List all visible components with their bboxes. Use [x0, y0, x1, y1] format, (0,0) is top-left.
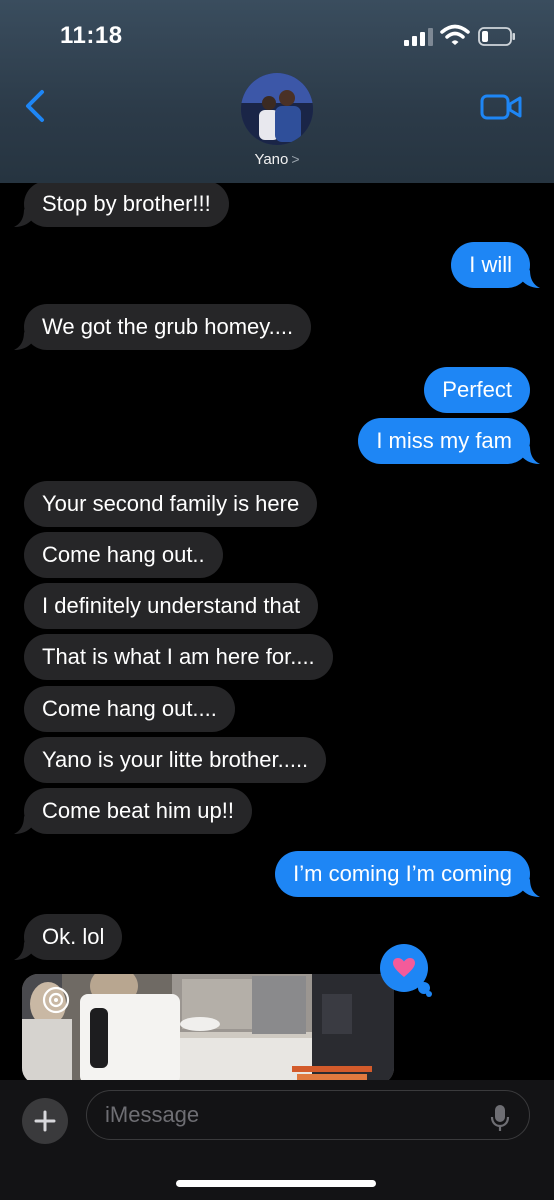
facetime-video-icon[interactable]	[480, 93, 522, 121]
message-bubble-outgoing[interactable]: Perfect	[424, 367, 530, 413]
wifi-icon	[440, 24, 470, 45]
home-indicator	[176, 1180, 376, 1187]
battery-icon	[478, 27, 515, 46]
message-bubble-incoming[interactable]: I definitely understand that	[24, 583, 319, 629]
bubble-tail	[14, 209, 34, 227]
compose-bar: iMessage	[0, 1080, 554, 1200]
message-bubble-incoming[interactable]: Come hang out....	[24, 686, 235, 732]
plus-icon	[34, 1110, 56, 1132]
message-input[interactable]: iMessage	[86, 1090, 530, 1140]
bubble-tail	[14, 332, 34, 350]
microphone-icon[interactable]	[490, 1104, 510, 1132]
conversation-header: 11:18 Yano >	[0, 0, 554, 183]
bubble-tail	[520, 270, 540, 288]
bubble-tail	[520, 446, 540, 464]
heart-icon	[393, 958, 415, 977]
contact-avatar[interactable]	[241, 73, 313, 145]
message-bubble-incoming[interactable]: Come beat him up!!	[24, 788, 252, 834]
message-bubble-incoming[interactable]: We got the grub homey....	[24, 304, 312, 350]
message-bubble-incoming[interactable]: Stop by brother!!!	[24, 181, 229, 227]
message-bubble-outgoing[interactable]: I will	[451, 242, 530, 288]
bubble-tail	[520, 879, 540, 897]
message-bubble-incoming[interactable]: Ok. lol	[24, 914, 123, 960]
tapback-bubble-dot	[426, 991, 432, 997]
bubble-tail	[14, 942, 34, 960]
photo-message[interactable]	[22, 974, 394, 1084]
message-bubble-outgoing[interactable]: I’m coming I’m coming	[275, 851, 530, 897]
message-bubble-incoming[interactable]: Your second family is here	[24, 481, 318, 527]
cellular-signal-icon	[404, 28, 433, 46]
contact-name-button[interactable]: Yano >	[0, 151, 554, 168]
apps-plus-button[interactable]	[22, 1098, 68, 1144]
photo-thumbnail	[22, 974, 394, 1084]
contact-name: Yano	[254, 151, 289, 168]
chevron-right-icon: >	[291, 151, 300, 167]
message-bubble-outgoing[interactable]: I miss my fam	[358, 418, 530, 464]
message-bubble-incoming[interactable]: Yano is your litte brother.....	[24, 737, 327, 783]
bubble-tail	[14, 816, 34, 834]
avatar-photo	[241, 73, 313, 145]
back-chevron-icon[interactable]	[20, 88, 50, 124]
status-time: 11:18	[60, 22, 123, 49]
message-bubble-incoming[interactable]: That is what I am here for....	[24, 634, 333, 680]
message-bubble-incoming[interactable]: Come hang out..	[24, 532, 223, 578]
